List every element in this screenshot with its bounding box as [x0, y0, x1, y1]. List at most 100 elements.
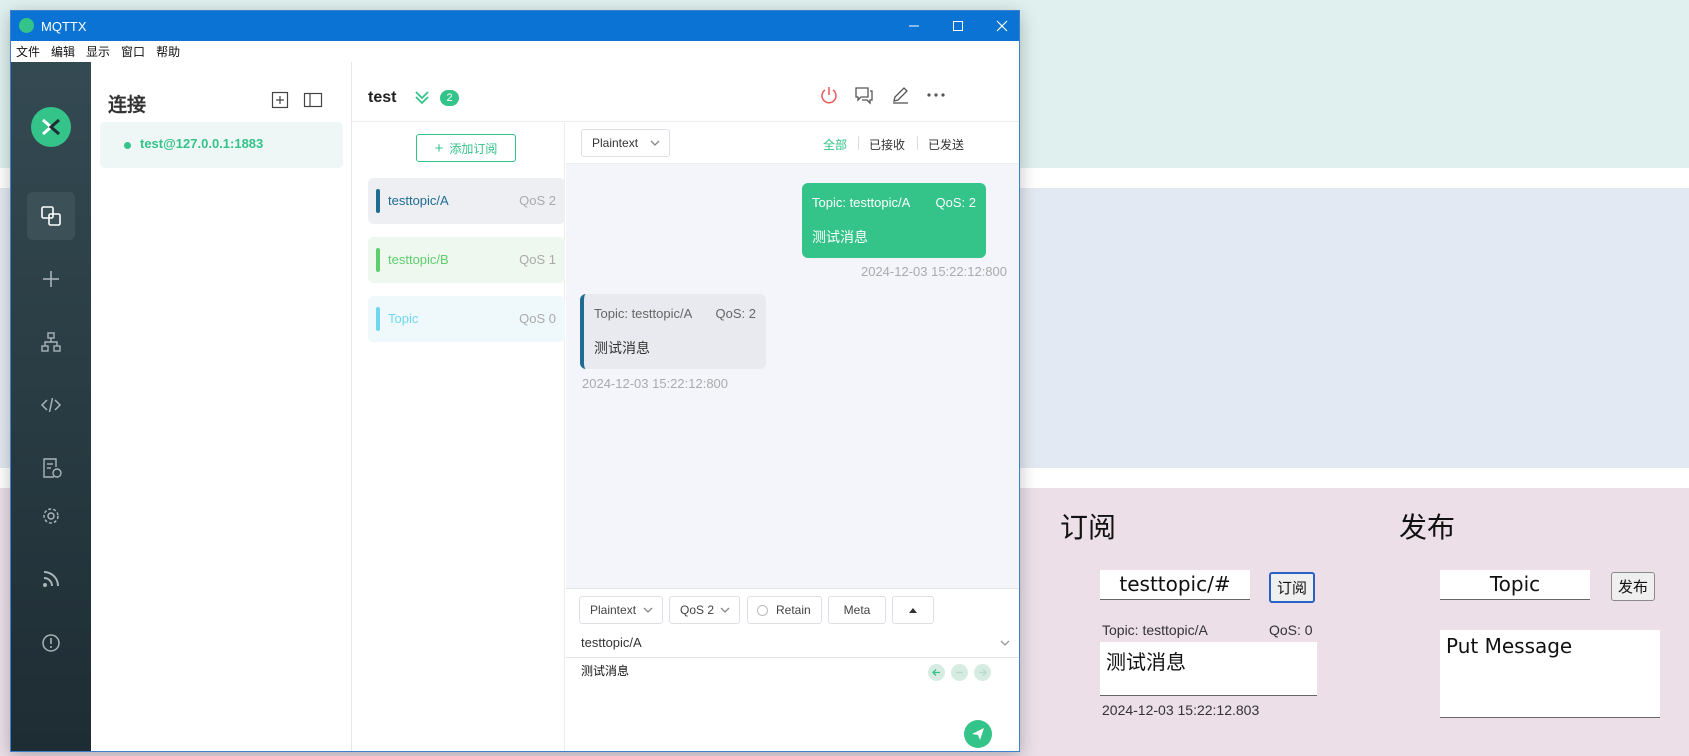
expand-publish-button[interactable]: [892, 596, 934, 624]
connections-title: 连接: [108, 95, 147, 116]
publish-qos-value: QoS 2: [680, 603, 715, 617]
toggle-sidebar-icon[interactable]: [302, 89, 324, 111]
retain-checkbox[interactable]: Retain: [747, 596, 822, 624]
send-icon: [972, 728, 984, 740]
publish-format-value: Plaintext: [590, 603, 637, 617]
web-received-topic: Topic: testtopic/A: [1102, 622, 1208, 638]
log-nav-icon[interactable]: [27, 444, 75, 492]
title-bar: MQTTX: [11, 11, 1019, 41]
more-icon[interactable]: [926, 85, 946, 110]
messages-header: Plaintext 全部 已接收 已发送: [566, 123, 1019, 164]
history-clear-icon[interactable]: [951, 664, 968, 681]
menu-window[interactable]: 窗口: [121, 43, 145, 60]
chevron-down-icon: [720, 607, 730, 613]
topic-tree-nav-icon[interactable]: [27, 318, 75, 366]
feed-nav-icon[interactable]: [27, 555, 75, 603]
web-publish-topic-input[interactable]: Topic: [1440, 570, 1590, 600]
connection-detail: test 2 + 添加订阅 testtopic/A QoS 2 testtopi…: [352, 62, 1019, 751]
history-prev-icon[interactable]: [928, 664, 945, 681]
add-subscription-label: 添加订阅: [449, 141, 498, 156]
web-received-time: 2024-12-03 15:22:12.803: [1102, 702, 1260, 718]
subscription-topic: testtopic/A: [388, 193, 449, 208]
retain-radio-icon: [757, 604, 768, 616]
filter-sent[interactable]: 已发送: [928, 136, 964, 153]
caret-up-icon: [909, 608, 917, 613]
new-group-icon[interactable]: [269, 89, 291, 111]
publish-heading: 发布: [1399, 511, 1456, 544]
web-received-qos: QoS: 0: [1269, 622, 1313, 638]
subscription-qos: QoS 2: [519, 193, 556, 208]
menu-bar: 文件 编辑 显示 窗口 帮助: [11, 41, 1019, 62]
collapse-subscriptions-icon[interactable]: [414, 89, 430, 110]
window-title: MQTTX: [41, 19, 87, 34]
about-nav-icon[interactable]: [27, 619, 75, 667]
web-publish-message-textarea[interactable]: Put Message: [1440, 630, 1660, 718]
menu-file[interactable]: 文件: [16, 43, 40, 60]
message-payload: 测试消息: [594, 340, 650, 356]
chevron-down-icon[interactable]: [999, 637, 1011, 649]
message-qos: QoS: 2: [715, 306, 756, 321]
subscription-color-bar: [376, 248, 380, 272]
filter-all[interactable]: 全部: [823, 136, 847, 153]
subscription-count-badge: 2: [440, 90, 459, 106]
message-bubble-sent[interactable]: Topic: testtopic/A QoS: 2 测试消息: [802, 183, 986, 258]
connection-status-icon: [124, 142, 131, 149]
web-subscribe-topic-input[interactable]: testtopic/#: [1100, 570, 1250, 600]
subscription-item[interactable]: testtopic/A QoS 2: [368, 178, 565, 224]
menu-help[interactable]: 帮助: [156, 43, 180, 60]
nav-rail: [11, 62, 91, 751]
publish-payload-editor[interactable]: 测试消息: [581, 662, 629, 679]
chevron-down-icon: [650, 140, 660, 146]
message-timestamp: 2024-12-03 15:22:12:800: [860, 264, 1007, 279]
payload-format-value: Plaintext: [592, 136, 639, 150]
connections-nav-icon[interactable]: [27, 192, 75, 240]
message-qos: QoS: 2: [935, 195, 976, 210]
web-received-payload: 测试消息: [1100, 642, 1317, 696]
meta-button[interactable]: Meta: [828, 596, 886, 624]
subscription-qos: QoS 0: [519, 311, 556, 326]
subscription-qos: QoS 1: [519, 252, 556, 267]
subscription-topic: Topic: [388, 311, 419, 326]
filter-received[interactable]: 已接收: [869, 136, 905, 153]
plus-icon: +: [434, 139, 444, 157]
publish-divider: [566, 657, 1019, 658]
settings-nav-icon[interactable]: [27, 492, 75, 540]
meta-label: Meta: [843, 603, 871, 617]
connections-panel: 连接 test@127.0.0.1:1883: [91, 62, 352, 751]
menu-view[interactable]: 显示: [86, 43, 110, 60]
subscriptions-panel: + 添加订阅 testtopic/A QoS 2 testtopic/B QoS…: [352, 123, 565, 751]
publish-format-select[interactable]: Plaintext: [579, 596, 663, 624]
publish-qos-select[interactable]: QoS 2: [669, 596, 740, 624]
connection-item[interactable]: test@127.0.0.1:1883: [100, 122, 343, 168]
close-icon[interactable]: [979, 11, 1019, 41]
filter-divider: [858, 136, 859, 150]
maximize-icon[interactable]: [935, 11, 981, 41]
subscription-color-bar: [376, 189, 380, 213]
connection-name: test: [368, 89, 397, 106]
app-logo-icon: [19, 18, 34, 33]
payload-format-select[interactable]: Plaintext: [581, 129, 670, 157]
edit-icon[interactable]: [890, 85, 910, 110]
web-publish-button[interactable]: 发布: [1611, 572, 1656, 601]
menu-edit[interactable]: 编辑: [51, 43, 75, 60]
publish-topic-input[interactable]: testtopic/A: [581, 635, 642, 650]
subscription-item[interactable]: testtopic/B QoS 1: [368, 237, 565, 283]
messages-panel: Plaintext 全部 已接收 已发送 Topic: testtopic/A …: [566, 123, 1019, 751]
message-timestamp: 2024-12-03 15:22:12:800: [582, 376, 729, 391]
send-button[interactable]: [964, 720, 992, 748]
minimize-icon[interactable]: [891, 11, 937, 41]
message-bubble-received[interactable]: Topic: testtopic/A QoS: 2 测试消息: [580, 294, 766, 369]
chat-icon[interactable]: [854, 85, 874, 110]
disconnect-icon[interactable]: [819, 85, 839, 110]
new-connection-nav-icon[interactable]: [27, 255, 75, 303]
message-topic: Topic: testtopic/A: [594, 306, 693, 321]
subscription-item[interactable]: Topic QoS 0: [368, 296, 565, 342]
publish-panel: Plaintext QoS 2 Retain Meta testtopic/A …: [566, 588, 1019, 751]
add-subscription-button[interactable]: + 添加订阅: [416, 134, 516, 162]
history-next-icon[interactable]: [974, 664, 991, 681]
retain-label: Retain: [776, 603, 811, 617]
script-nav-icon[interactable]: [27, 381, 75, 429]
message-payload: 测试消息: [812, 229, 868, 245]
web-subscribe-button[interactable]: 订阅: [1269, 572, 1316, 603]
connection-label: test@127.0.0.1:1883: [140, 136, 264, 151]
